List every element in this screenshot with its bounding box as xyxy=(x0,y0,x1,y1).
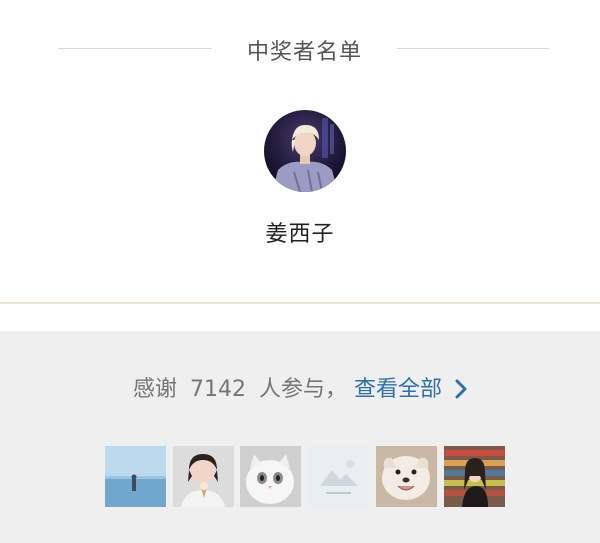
view-all-link[interactable]: 查看全部 xyxy=(354,377,467,402)
winners-section: 中奖者名单 姜西子 xyxy=(0,0,600,300)
participant-avatars xyxy=(105,446,506,508)
chevron-right-icon xyxy=(455,378,467,408)
header-divider-right xyxy=(397,48,549,49)
participant-count: 7142 xyxy=(189,377,246,402)
winner-item: 姜西子 xyxy=(0,110,600,260)
winners-header: 中奖者名单 xyxy=(0,28,600,68)
mountain-placeholder-photo[interactable] xyxy=(308,446,369,507)
winners-title: 中奖者名单 xyxy=(246,40,362,65)
lottery-result-page: 中奖者名单 姜西子 感谢 7142 人参与， 查看全部 xyxy=(0,0,600,543)
participants-summary: 感谢 7142 人参与， 查看全部 xyxy=(0,375,600,408)
participants-section: 感谢 7142 人参与， 查看全部 xyxy=(0,331,600,543)
sea-horizon-photo[interactable] xyxy=(105,446,166,507)
header-divider-left xyxy=(58,48,212,49)
thanks-suffix: 人参与， xyxy=(258,377,347,402)
winner-avatar[interactable] xyxy=(264,110,346,192)
thanks-prefix: 感谢 xyxy=(132,377,177,402)
smiling-white-dog-photo[interactable] xyxy=(376,446,437,507)
view-all-label: 查看全部 xyxy=(354,377,443,402)
winner-name[interactable]: 姜西子 xyxy=(0,216,600,248)
girl-with-ice-cream-photo[interactable] xyxy=(173,446,234,507)
white-cat-photo[interactable] xyxy=(240,446,301,507)
girl-in-store-photo[interactable] xyxy=(444,446,505,507)
section-divider xyxy=(0,302,600,304)
